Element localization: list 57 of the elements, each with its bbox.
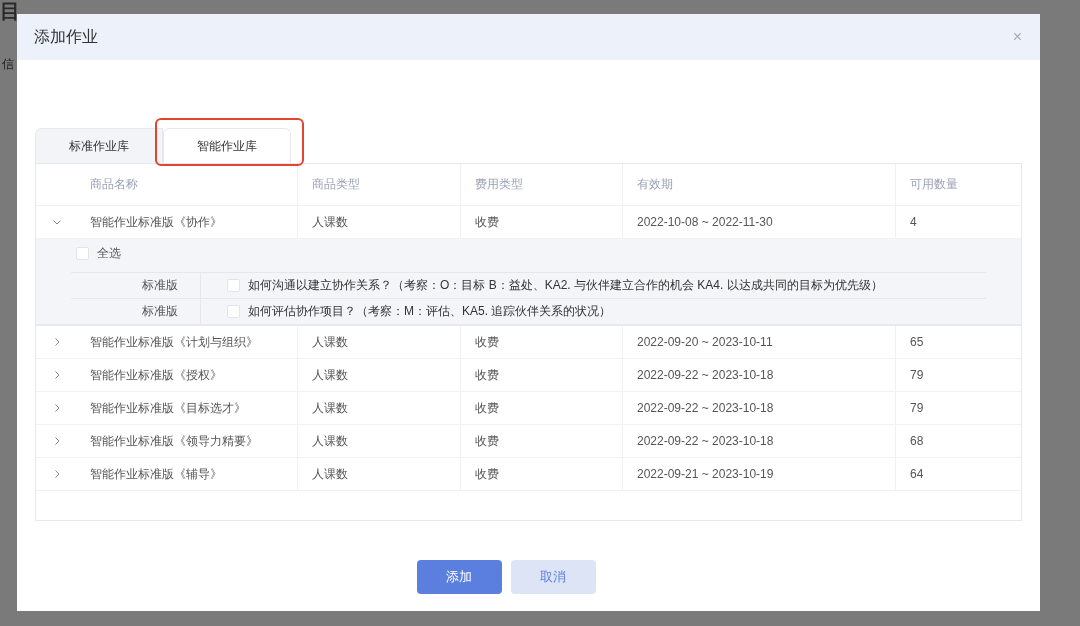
table-cell: 收费 <box>475 213 499 231</box>
table-cell: 2022-09-22 ~ 2023-10-18 <box>637 401 774 415</box>
table-cell: 79 <box>910 401 924 415</box>
expand-icon[interactable] <box>52 436 62 446</box>
question-text: 如何评估协作项目？（考察：M：评估、KA5. 追踪伙伴关系的状况） <box>248 303 612 320</box>
collapse-icon[interactable] <box>52 217 62 227</box>
checkbox-label: 全选 <box>97 244 121 262</box>
table-cell: 65 <box>910 335 924 349</box>
table-cell: 人课数 <box>312 366 348 384</box>
table-cell: 2022-09-22 ~ 2023-10-18 <box>637 368 774 382</box>
table-cell: 收费 <box>475 399 499 417</box>
table-cell: 智能作业标准版《协作》 <box>90 213 222 231</box>
tab[interactable]: 标准作业库 <box>35 128 163 163</box>
table-cell: 智能作业标准版《授权》 <box>90 366 222 384</box>
expand-icon[interactable] <box>52 403 62 413</box>
table-cell: 79 <box>910 368 924 382</box>
checkbox[interactable] <box>76 246 89 260</box>
question-text: 如何沟通以建立协作关系？（考察：O：目标 B：益处、KA2. 与伙伴建立合作的机会 KA4. 以达成共同的目标为优先级） <box>248 277 883 294</box>
table-cell: 64 <box>910 467 924 481</box>
close-button[interactable]: × <box>1010 28 1024 46</box>
column-header: 商品类型 <box>312 176 360 193</box>
edition-label: 标准版 <box>142 277 178 294</box>
table-cell: 4 <box>910 215 917 229</box>
table-cell: 2022-09-21 ~ 2023-10-19 <box>637 467 774 481</box>
tab[interactable]: 智能作业库 <box>163 128 291 163</box>
column-header: 商品名称 <box>90 176 138 193</box>
table-cell: 人课数 <box>312 399 348 417</box>
table-cell: 收费 <box>475 465 499 483</box>
table-cell: 人课数 <box>312 213 348 231</box>
table-cell: 智能作业标准版《目标选才》 <box>90 399 246 417</box>
table-cell: 2022-09-22 ~ 2023-10-18 <box>637 434 774 448</box>
cancel-button[interactable]: 取消 <box>510 560 596 594</box>
table-cell: 收费 <box>475 432 499 450</box>
table-cell: 2022-10-08 ~ 2022-11-30 <box>637 215 773 229</box>
column-header: 可用数量 <box>910 176 958 193</box>
edition-label: 标准版 <box>142 303 178 320</box>
page-tab[interactable]: 信 <box>2 56 14 73</box>
table-cell: 收费 <box>475 333 499 351</box>
expand-icon[interactable] <box>52 370 62 380</box>
table-cell: 68 <box>910 434 924 448</box>
table-cell: 智能作业标准版《领导力精要》 <box>90 432 258 450</box>
add-button[interactable]: 添加 <box>416 560 502 594</box>
expand-icon[interactable] <box>52 337 62 347</box>
column-header: 费用类型 <box>475 176 523 193</box>
table-cell: 人课数 <box>312 333 348 351</box>
table-cell: 收费 <box>475 366 499 384</box>
expand-icon[interactable] <box>52 469 62 479</box>
column-header: 有效期 <box>637 176 673 193</box>
table-cell: 智能作业标准版《计划与组织》 <box>90 333 258 351</box>
checkbox[interactable] <box>227 279 240 292</box>
page-title: 目 <box>0 0 20 22</box>
dialog-title: 添加作业 <box>34 26 98 47</box>
table-cell: 2022-09-20 ~ 2023-10-11 <box>637 335 773 349</box>
checkbox[interactable] <box>227 305 240 318</box>
table-cell: 智能作业标准版《辅导》 <box>90 465 222 483</box>
table-cell: 人课数 <box>312 465 348 483</box>
table-cell: 人课数 <box>312 432 348 450</box>
